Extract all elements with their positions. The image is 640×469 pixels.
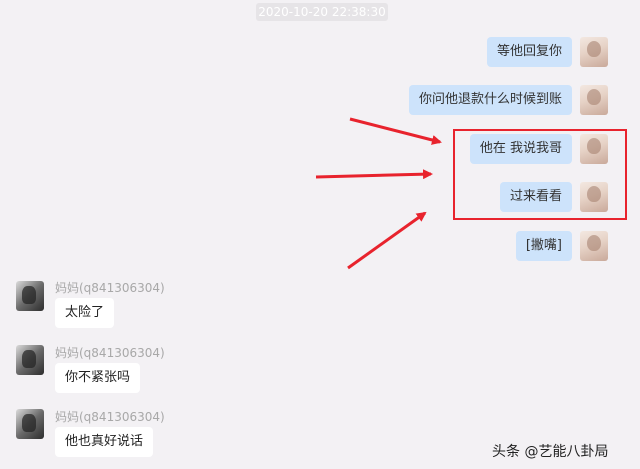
arrow-icon	[315, 169, 433, 180]
message-row-contact: 他也真好说话	[55, 427, 154, 457]
message-bubble[interactable]: 他也真好说话	[55, 427, 154, 457]
avatar[interactable]	[16, 281, 44, 311]
message-row-contact: 太险了	[55, 298, 115, 328]
sender-name: 妈妈(q841306304)	[55, 281, 165, 295]
message-row-contact: 你不紧张吗	[55, 363, 141, 393]
message-bubble[interactable]: 你不紧张吗	[55, 363, 141, 393]
arrow-icon	[349, 117, 442, 145]
annotation-arrows	[315, 117, 442, 270]
watermark: 头条 @艺能八卦局	[492, 444, 609, 460]
sender-name: 妈妈(q841306304)	[55, 410, 165, 424]
avatar[interactable]	[16, 345, 44, 375]
arrow-icon	[347, 211, 427, 270]
message-bubble[interactable]: 太险了	[55, 298, 115, 328]
avatar[interactable]	[16, 409, 44, 439]
sender-name: 妈妈(q841306304)	[55, 346, 165, 360]
